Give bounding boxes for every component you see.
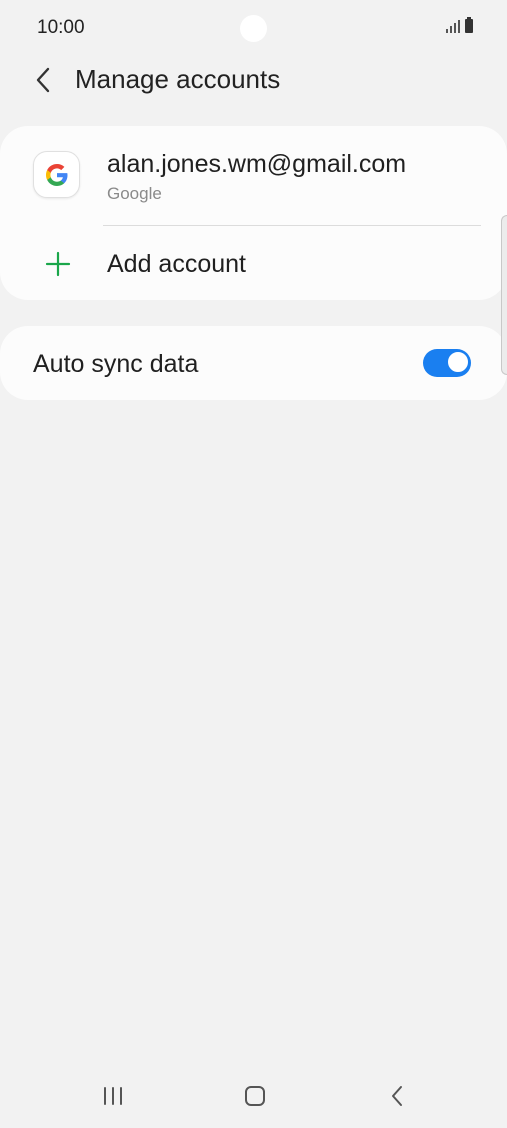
nav-back-button[interactable] [377, 1080, 417, 1112]
google-g-icon [33, 151, 80, 198]
plus-icon [45, 251, 71, 277]
add-account-label: Add account [107, 250, 246, 278]
chevron-left-icon [36, 67, 50, 93]
back-button[interactable] [26, 60, 60, 100]
app-header: Manage accounts [0, 56, 507, 104]
account-item-google[interactable]: alan.jones.wm@gmail.com Google [0, 126, 507, 225]
account-type: Google [107, 184, 162, 203]
add-account-button[interactable]: Add account [0, 226, 507, 300]
recents-button[interactable] [93, 1080, 133, 1112]
auto-sync-card: Auto sync data [0, 326, 507, 400]
edge-panel-handle[interactable] [501, 215, 507, 375]
status-icons [446, 17, 473, 33]
accounts-card: alan.jones.wm@gmail.com Google Add accou… [0, 126, 507, 300]
camera-cutout [240, 15, 267, 42]
status-bar: 10:00 [0, 0, 507, 56]
battery-icon [465, 17, 473, 33]
status-time: 10:00 [37, 17, 85, 38]
auto-sync-toggle[interactable] [423, 349, 471, 377]
auto-sync-label: Auto sync data [33, 350, 199, 378]
screen: 10:00 Manage accounts alan.jones.wm@gmai… [0, 0, 507, 1128]
home-button[interactable] [235, 1080, 275, 1112]
page-title: Manage accounts [75, 64, 281, 94]
navigation-bar [0, 1070, 507, 1122]
recents-icon [104, 1087, 122, 1105]
home-icon [245, 1086, 265, 1106]
back-icon [392, 1086, 402, 1106]
signal-icon [446, 19, 460, 33]
toggle-knob [447, 351, 469, 373]
account-email: alan.jones.wm@gmail.com [107, 150, 407, 178]
